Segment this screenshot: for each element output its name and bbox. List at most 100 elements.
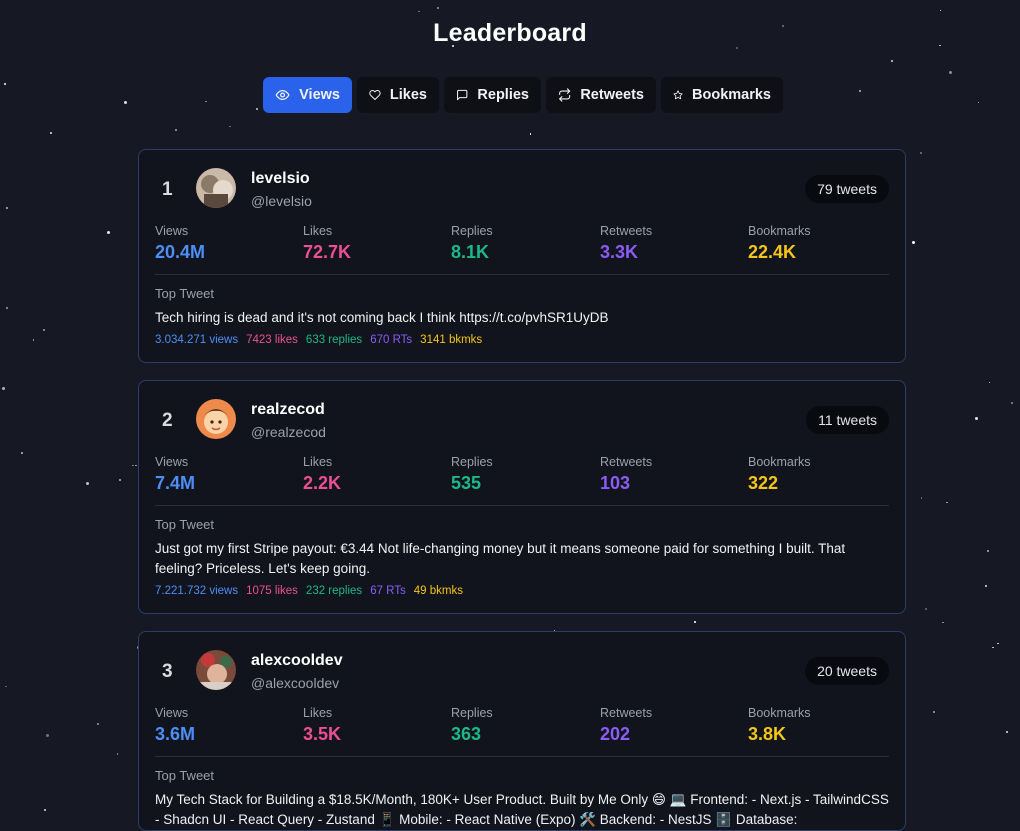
user-name[interactable]: levelsio bbox=[251, 170, 310, 188]
stats-row: Views 7.4M Likes 2.2K Replies 535 Retweets 1… bbox=[155, 455, 889, 495]
tab-views[interactable]: Views bbox=[263, 77, 352, 113]
star bbox=[437, 7, 440, 10]
tweet-bookmarks: 3141 bkmks bbox=[420, 334, 483, 346]
stat-value: 363 bbox=[451, 724, 482, 744]
stat-label: Bookmarks bbox=[748, 706, 811, 720]
stat-value: 2.2K bbox=[303, 473, 342, 493]
top-tweet-text[interactable]: My Tech Stack for Building a $18.5K/Mont… bbox=[155, 790, 889, 830]
star bbox=[933, 710, 936, 713]
star bbox=[132, 464, 134, 467]
stat-value: 8.1K bbox=[451, 242, 490, 262]
top-tweet-text[interactable]: Tech hiring is dead and it's not coming … bbox=[155, 308, 889, 328]
stat-value: 535 bbox=[451, 473, 482, 493]
top-tweet-label: Top Tweet bbox=[155, 768, 215, 783]
rank-number: 3 bbox=[162, 661, 173, 682]
star bbox=[974, 417, 978, 421]
stat-views: Views 3.6M bbox=[155, 706, 195, 745]
tab-label: Likes bbox=[389, 87, 427, 103]
user-name[interactable]: realzecod bbox=[251, 401, 325, 419]
stat-label: Views bbox=[155, 706, 189, 720]
stat-label: Replies bbox=[451, 455, 493, 469]
star bbox=[205, 100, 207, 103]
stat-value: 22.4K bbox=[748, 242, 797, 262]
user-name[interactable]: alexcooldev bbox=[251, 652, 343, 670]
star bbox=[992, 646, 994, 649]
star bbox=[123, 100, 127, 104]
star bbox=[946, 501, 948, 504]
tweet-views: 3.034.271 views bbox=[155, 334, 239, 346]
stat-label: Likes bbox=[303, 706, 333, 720]
stat-replies: Replies 8.1K bbox=[451, 224, 493, 263]
star bbox=[986, 550, 989, 553]
tweet-retweets: 67 RTs bbox=[370, 585, 406, 597]
stat-value: 3.6M bbox=[155, 724, 196, 744]
stat-value: 72.7K bbox=[303, 242, 352, 262]
stat-label: Likes bbox=[303, 224, 333, 238]
leaderboard-card[interactable]: 3 alexcooldev @alexcooldev 20 tweets Vie… bbox=[138, 631, 906, 831]
star bbox=[939, 9, 942, 12]
star bbox=[44, 808, 47, 811]
star bbox=[49, 131, 52, 134]
stat-value: 103 bbox=[600, 473, 631, 493]
star bbox=[890, 60, 893, 63]
star bbox=[977, 101, 980, 103]
tab-replies[interactable]: Replies bbox=[444, 77, 541, 113]
tab-likes[interactable]: Likes bbox=[357, 77, 439, 113]
star bbox=[5, 207, 8, 210]
star bbox=[694, 621, 696, 623]
tweet-likes: 1075 likes bbox=[246, 585, 298, 597]
avatar[interactable] bbox=[196, 168, 236, 208]
tab-label: Replies bbox=[477, 87, 529, 103]
stat-label: Retweets bbox=[600, 706, 653, 720]
stat-label: Views bbox=[155, 455, 189, 469]
leaderboard-card[interactable]: 2 realzecod @realzecod 11 tweets Views 7.… bbox=[138, 380, 906, 614]
stat-label: Retweets bbox=[600, 455, 653, 469]
stat-bookmarks: Bookmarks 322 bbox=[748, 455, 811, 494]
tweet-count-badge: 20 tweets bbox=[805, 657, 889, 685]
star bbox=[988, 381, 991, 383]
leaderboard-card[interactable]: 1 levelsio @levelsio 79 tweets Views 20.4… bbox=[138, 149, 906, 363]
user-handle: @alexcooldev bbox=[251, 675, 340, 691]
stat-value: 202 bbox=[600, 724, 631, 744]
star bbox=[985, 585, 988, 588]
star bbox=[135, 464, 137, 467]
tab-label: Views bbox=[299, 87, 340, 103]
stat-retweets: Retweets 3.3K bbox=[600, 224, 652, 263]
avatar[interactable] bbox=[196, 650, 236, 690]
eye-icon bbox=[275, 89, 290, 101]
avatar[interactable] bbox=[196, 399, 236, 439]
stat-likes: Likes 3.5K bbox=[303, 706, 341, 745]
star bbox=[43, 329, 46, 332]
tweet-replies: 232 replies bbox=[305, 585, 363, 597]
top-tweet-label: Top Tweet bbox=[155, 517, 215, 532]
tab-bookmarks[interactable]: Bookmarks bbox=[661, 77, 783, 113]
divider bbox=[155, 756, 889, 757]
stat-bookmarks: Bookmarks 22.4K bbox=[748, 224, 811, 263]
rank-number: 2 bbox=[162, 410, 173, 431]
star bbox=[1006, 730, 1009, 733]
stat-value: 20.4M bbox=[155, 242, 206, 262]
stat-value: 322 bbox=[748, 473, 779, 493]
tab-label: Bookmarks bbox=[692, 87, 771, 103]
sort-tabs: Views Likes Replies Retweets Bookmarks bbox=[263, 77, 783, 113]
stat-label: Replies bbox=[451, 706, 493, 720]
star bbox=[5, 307, 8, 310]
user-handle: @levelsio bbox=[251, 193, 312, 209]
top-tweet-text[interactable]: Just got my first Stripe payout: €3.44 N… bbox=[155, 539, 889, 579]
tab-retweets[interactable]: Retweets bbox=[546, 77, 656, 113]
star bbox=[529, 133, 532, 135]
tab-label: Retweets bbox=[580, 87, 644, 103]
star bbox=[96, 723, 99, 725]
star bbox=[2, 386, 6, 390]
stat-bookmarks: Bookmarks 3.8K bbox=[748, 706, 811, 745]
star bbox=[5, 685, 7, 688]
stat-likes: Likes 72.7K bbox=[303, 224, 351, 263]
tweet-count-badge: 79 tweets bbox=[805, 175, 889, 203]
tweet-bookmarks: 49 bkmks bbox=[413, 585, 463, 597]
repeat-icon bbox=[559, 88, 571, 102]
star bbox=[45, 734, 49, 738]
stat-value: 3.3K bbox=[600, 242, 639, 262]
star bbox=[4, 83, 7, 86]
star bbox=[255, 108, 258, 111]
divider bbox=[155, 505, 889, 506]
